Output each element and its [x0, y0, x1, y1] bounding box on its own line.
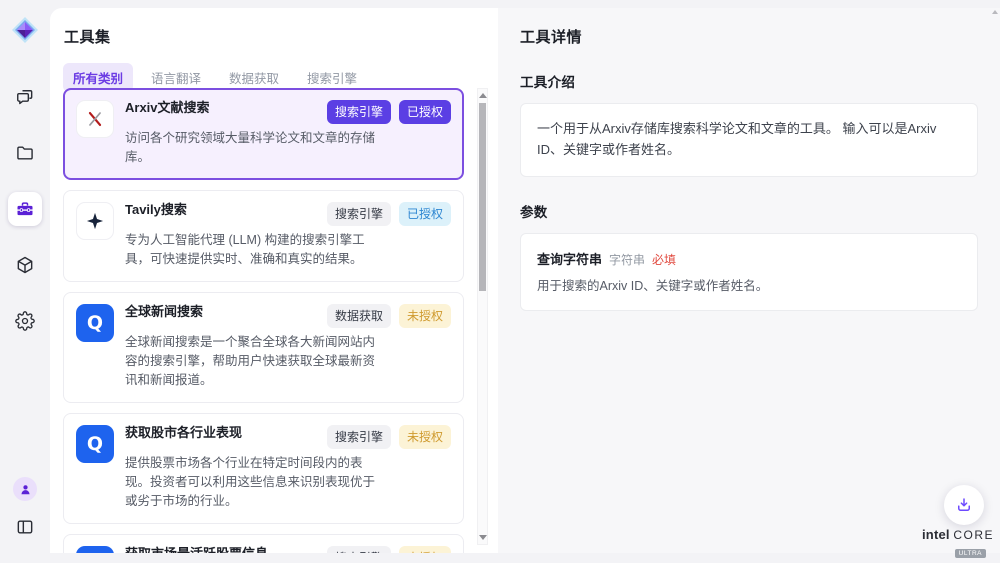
- toolset-panel: 工具集 所有类别 语言翻译 数据获取 搜索引擎 Arxiv文献搜索 搜索引擎 已…: [50, 8, 498, 553]
- settings-gear-icon[interactable]: [8, 304, 42, 338]
- ultra-badge: ULTRA: [955, 549, 986, 558]
- folder-icon[interactable]: [8, 136, 42, 170]
- news-q-icon: Q: [76, 304, 114, 342]
- toolset-title: 工具集: [64, 26, 498, 47]
- tool-card-arxiv[interactable]: Arxiv文献搜索 搜索引擎 已授权 访问各个研究领域大量科学论文和文章的存储库…: [63, 88, 464, 180]
- category-badge: 数据获取: [327, 304, 391, 328]
- details-title: 工具详情: [520, 26, 978, 47]
- param-name: 查询字符串: [537, 249, 602, 268]
- panel-toggle-icon[interactable]: [13, 515, 37, 539]
- tavily-star-icon: [76, 202, 114, 240]
- auth-badge: 已授权: [399, 202, 451, 226]
- category-badge: 搜索引擎: [327, 546, 391, 553]
- intro-card: 一个用于从Arxiv存储库搜索科学论文和文章的工具。 输入可以是Arxiv ID…: [520, 103, 978, 177]
- tool-desc: 提供股票市场各个行业在特定时间段内的表现。投资者可以利用这些信息来识别表现优于或…: [125, 454, 377, 512]
- rail-bottom: [13, 477, 37, 539]
- intel-text: intel: [922, 527, 950, 542]
- param-desc: 用于搜索的Arxiv ID、关键字或作者姓名。: [537, 277, 961, 296]
- auth-badge: 未授权: [399, 546, 451, 553]
- stock-q-icon: Q: [76, 546, 114, 553]
- param-required-flag: 必填: [652, 251, 676, 268]
- page-scroll-up-icon[interactable]: [992, 10, 998, 14]
- tool-desc: 专为人工智能代理 (LLM) 构建的搜索引擎工具，可快速提供实时、准确和真实的结…: [125, 231, 377, 270]
- left-icon-rail: [0, 0, 50, 553]
- intro-heading: 工具介绍: [520, 71, 978, 91]
- params-heading: 参数: [520, 201, 978, 221]
- intro-text: 一个用于从Arxiv存储库搜索科学论文和文章的工具。 输入可以是Arxiv ID…: [537, 119, 961, 161]
- tool-name: Arxiv文献搜索: [125, 100, 210, 117]
- core-text: core: [953, 528, 994, 542]
- tool-card-global-news[interactable]: Q 全球新闻搜索 数据获取 未授权 全球新闻搜索是一个聚合全球各大新闻网站内容的…: [63, 292, 464, 403]
- stock-q-icon: Q: [76, 425, 114, 463]
- param-card: 查询字符串 字符串 必填 用于搜索的Arxiv ID、关键字或作者姓名。: [520, 233, 978, 312]
- rail-nav: [8, 80, 42, 338]
- tool-name: Tavily搜索: [125, 202, 187, 219]
- auth-badge: 未授权: [399, 304, 451, 328]
- tool-desc: 全球新闻搜索是一个聚合全球各大新闻网站内容的搜索引擎，帮助用户快速获取全球最新资…: [125, 333, 377, 391]
- category-badge: 搜索引擎: [327, 100, 391, 124]
- cube-icon[interactable]: [8, 248, 42, 282]
- user-avatar[interactable]: [13, 477, 37, 501]
- arxiv-logo-icon: [76, 100, 114, 138]
- tool-desc: 访问各个研究领域大量科学论文和文章的存储库。: [125, 129, 377, 168]
- chat-icon[interactable]: [8, 80, 42, 114]
- scroll-up-icon[interactable]: [479, 93, 487, 98]
- tool-name: 获取市场最活跃股票信息: [125, 546, 268, 553]
- param-type: 字符串: [609, 251, 645, 268]
- tool-details-panel: 工具详情 工具介绍 一个用于从Arxiv存储库搜索科学论文和文章的工具。 输入可…: [498, 8, 1000, 553]
- tool-name: 获取股市各行业表现: [125, 425, 242, 442]
- scroll-down-icon[interactable]: [479, 535, 487, 540]
- intel-core-logo: intel core ULTRA: [922, 527, 986, 560]
- toolbox-icon[interactable]: [8, 192, 42, 226]
- app-logo-icon: [11, 16, 39, 44]
- tool-card-tavily[interactable]: Tavily搜索 搜索引擎 已授权 专为人工智能代理 (LLM) 构建的搜索引擎…: [63, 190, 464, 282]
- download-button[interactable]: [944, 485, 984, 525]
- category-badge: 搜索引擎: [327, 425, 391, 449]
- auth-badge: 已授权: [399, 100, 451, 124]
- tool-card-active-stocks[interactable]: Q 获取市场最活跃股票信息 搜索引擎 未授权 提供当天交易量最高的股票列表，投资…: [63, 534, 464, 553]
- category-badge: 搜索引擎: [327, 202, 391, 226]
- scrollbar-thumb[interactable]: [479, 103, 486, 291]
- list-scrollbar[interactable]: [477, 88, 488, 545]
- tool-name: 全球新闻搜索: [125, 304, 203, 321]
- tool-list: Arxiv文献搜索 搜索引擎 已授权 访问各个研究领域大量科学论文和文章的存储库…: [63, 88, 464, 553]
- auth-badge: 未授权: [399, 425, 451, 449]
- tool-card-stock-sectors[interactable]: Q 获取股市各行业表现 搜索引擎 未授权 提供股票市场各个行业在特定时间段内的表…: [63, 413, 464, 524]
